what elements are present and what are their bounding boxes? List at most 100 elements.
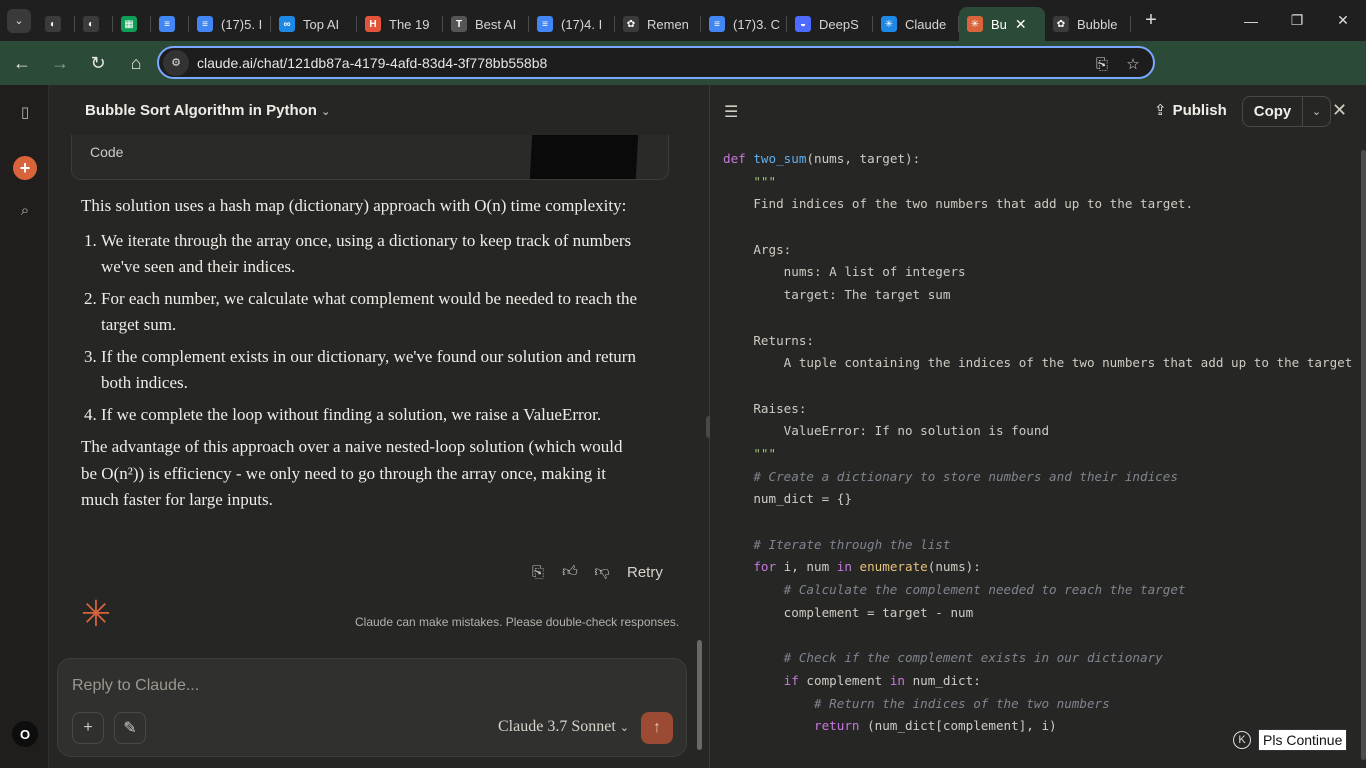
h-icon: H <box>365 16 381 32</box>
tab-2[interactable]: ▦ <box>113 7 151 41</box>
search-chats-icon[interactable]: ⌕ <box>12 197 38 223</box>
code-token: for <box>723 559 784 575</box>
publish-button[interactable]: ⇪ Publish <box>1154 101 1227 120</box>
code-line: for i, num in enumerate(nums): <box>723 556 1352 579</box>
tab-6[interactable]: H The 19 <box>357 7 443 41</box>
address-url[interactable]: claude.ai/chat/121db87a-4179-4afd-83d4-3… <box>197 55 547 71</box>
code-token: Returns: <box>723 332 814 348</box>
close-window-icon[interactable]: ✕ <box>1320 0 1366 41</box>
reply-composer[interactable]: Reply to Claude... + ✎ Claude 3.7 Sonnet… <box>57 658 687 757</box>
code-token: # Check if the complement exists in our … <box>723 650 1163 666</box>
code-line: # Create a dictionary to store numbers a… <box>723 466 1352 489</box>
code-token: in <box>889 672 913 688</box>
docs-icon: ≡ <box>709 16 725 32</box>
tab-label: Top AI <box>303 16 340 32</box>
assistant-message: This solution uses a hash map (dictionar… <box>81 193 641 514</box>
new-tab-icon[interactable]: + <box>1137 7 1165 35</box>
tab-14[interactable]: ✿ Bubble <box>1045 7 1131 41</box>
share-icon: ⇪ <box>1154 102 1167 119</box>
style-feather-icon[interactable]: ✎ <box>114 712 146 744</box>
tab-8[interactable]: ≡ (17)4. I <box>529 7 615 41</box>
code-token: (nums, target): <box>806 151 921 166</box>
install-app-icon[interactable]: ⎘ <box>1092 54 1112 74</box>
user-avatar[interactable]: O <box>12 721 38 747</box>
code-token: complement = target - num <box>723 604 974 620</box>
code-token: if <box>723 672 807 688</box>
tab-1[interactable]: ◐ <box>75 7 113 41</box>
forward-icon[interactable]: → <box>44 47 76 79</box>
tab-label: Bubble <box>1077 16 1118 32</box>
site-info-icon[interactable]: ⚙ <box>163 49 189 76</box>
pls-continue-button[interactable]: Pls Continue <box>1258 729 1348 751</box>
reply-input[interactable]: Reply to Claude... <box>72 677 199 695</box>
bookmark-star-icon[interactable]: ☆ <box>1123 54 1143 74</box>
maximize-icon[interactable]: ❐ <box>1274 0 1320 41</box>
tab-4[interactable]: ≡ (17)5. I <box>189 7 271 41</box>
tab-label: Remen <box>647 16 689 32</box>
copy-icon[interactable]: ⎘ <box>527 561 549 583</box>
chevron-down-icon[interactable]: ⌄ <box>1303 97 1330 126</box>
home-icon[interactable]: ⌂ <box>120 47 152 79</box>
code-token: # Create a dictionary to store numbers a… <box>723 468 1178 484</box>
app-sidebar: ▯ + ⌕ O <box>0 85 49 768</box>
sidebar-toggle-icon[interactable]: ▯ <box>12 99 38 125</box>
tab-label: (17)3. C <box>733 16 780 32</box>
code-line: Raises: <box>723 398 1352 421</box>
close-artifact-icon[interactable]: ✕ <box>1332 100 1347 121</box>
tab-13[interactable]: ✳ Bu ✕ <box>959 7 1045 41</box>
close-tab-icon[interactable]: ✕ <box>1015 16 1027 33</box>
code-token: def <box>723 151 754 166</box>
claude-icon: ✳ <box>967 16 983 32</box>
code-token: # Iterate through the list <box>723 536 951 552</box>
code-token: num_dict = {} <box>723 491 852 507</box>
code-line: """ <box>723 171 1352 194</box>
minimize-icon[interactable]: — <box>1228 0 1274 41</box>
tab-label: (17)4. I <box>561 16 603 32</box>
tab-label: Best AI <box>475 16 517 32</box>
add-attachment-icon[interactable]: + <box>72 712 104 744</box>
browser-tab-bar: ⌄ ◐ ◐ ▦ ≡ ≡ (17)5. I ∞ Top AI H The 19 T Best AI ≡ (1… <box>0 0 1366 41</box>
back-icon[interactable]: ← <box>6 47 38 79</box>
new-chat-button[interactable]: + <box>13 156 37 180</box>
code-token: # Return the indices of the two numbers <box>723 695 1110 711</box>
code-token: (nums): <box>927 559 981 575</box>
tab-11[interactable]: ◒ DeepS <box>787 7 873 41</box>
artifact-list-icon[interactable]: ☰ <box>724 102 738 122</box>
copy-button[interactable]: Copy <box>1243 97 1303 126</box>
tab-10[interactable]: ≡ (17)3. C <box>701 7 787 41</box>
artifact-scrollbar[interactable] <box>1361 150 1366 760</box>
tab-7[interactable]: T Best AI <box>443 7 529 41</box>
code-token: Raises: <box>723 400 807 416</box>
retry-button[interactable]: Retry <box>627 564 663 581</box>
code-line: # Iterate through the list <box>723 534 1352 557</box>
message-intro: This solution uses a hash map (dictionar… <box>81 196 627 215</box>
tab-12[interactable]: ✳ Claude <box>873 7 959 41</box>
thumbs-down-icon[interactable]: 👎︎ <box>591 561 613 583</box>
list-item: For each number, we calculate what compl… <box>101 286 641 339</box>
tab-search-icon[interactable]: ⌄ <box>7 8 31 33</box>
claude-spark-icon: ✳ <box>80 593 112 634</box>
chat-title-button[interactable]: Bubble Sort Algorithm in Python ⌄ <box>85 102 330 119</box>
continue-widget[interactable]: K Pls Continue <box>1233 729 1348 751</box>
list-item: If the complement exists in our dictiona… <box>101 344 641 397</box>
model-selector[interactable]: Claude 3.7 Sonnet ⌄ <box>498 718 629 736</box>
thumbs-up-icon[interactable]: 👍︎ <box>559 561 581 583</box>
send-button[interactable]: ↑ <box>641 712 673 744</box>
tab-5[interactable]: ∞ Top AI <box>271 7 357 41</box>
publish-label: Publish <box>1172 101 1227 119</box>
chat-scrollbar[interactable] <box>697 640 702 750</box>
tab-0[interactable]: ◐ <box>37 7 75 41</box>
claude-icon: ✳ <box>881 16 897 32</box>
code-token: complement <box>806 672 890 688</box>
code-viewer: def two_sum(nums, target): """ Find indi… <box>723 148 1352 738</box>
address-bar[interactable]: ⚙ claude.ai/chat/121db87a-4179-4afd-83d4… <box>157 46 1155 79</box>
reload-icon[interactable]: ↻ <box>82 47 114 79</box>
code-line: if complement in num_dict: <box>723 670 1352 693</box>
artifact-card[interactable]: Code <box>71 135 669 180</box>
tab-9[interactable]: ✿ Remen <box>615 7 701 41</box>
tab-3[interactable]: ≡ <box>151 7 189 41</box>
